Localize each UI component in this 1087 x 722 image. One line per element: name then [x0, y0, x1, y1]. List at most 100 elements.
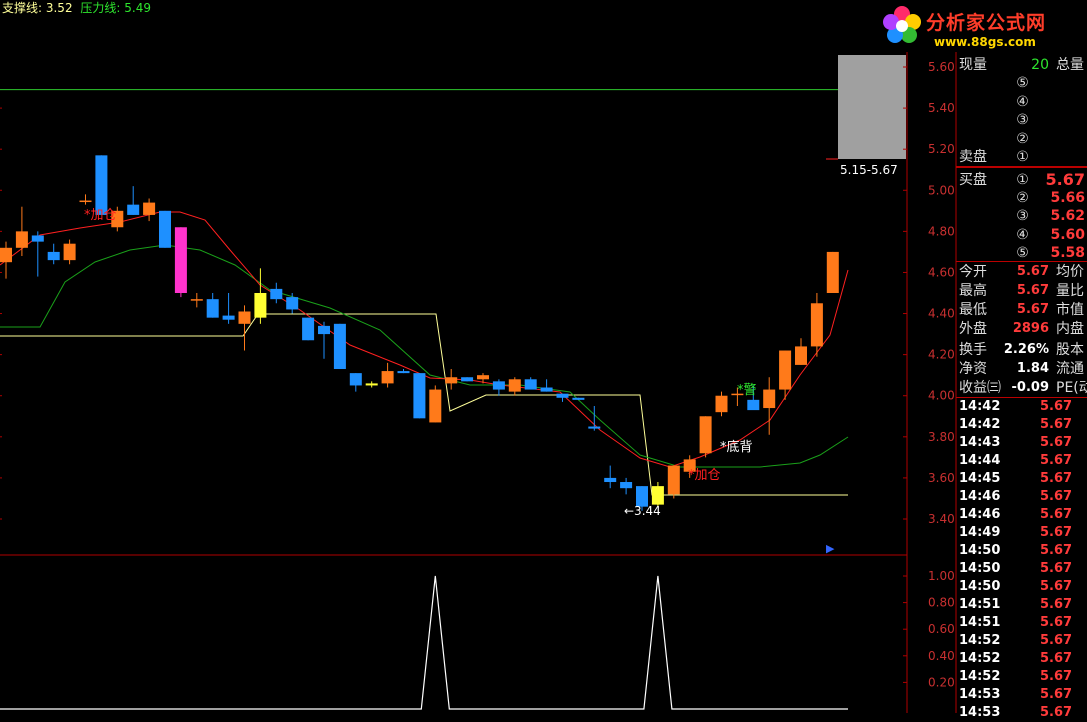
- indicator-header: 支撑线: 3.52 压力线: 5.49: [2, 0, 155, 16]
- candle: [333, 323, 346, 370]
- candle-body: [620, 482, 633, 489]
- tick-time: 14:45: [959, 471, 1001, 486]
- candle: [397, 369, 410, 374]
- tick-price: 5.67: [1040, 597, 1073, 612]
- candle-body: [318, 325, 330, 335]
- stat-label: 最高: [959, 283, 987, 299]
- tick-price: 5.67: [1040, 453, 1073, 468]
- stat-value: 5.67: [1016, 302, 1049, 317]
- buy-level-index: ①: [1016, 172, 1029, 188]
- candle-body: [763, 389, 776, 409]
- stat-row: 今开 5.67 均价: [956, 263, 1087, 281]
- buy-level-price: 5.66: [1050, 190, 1085, 207]
- stat-label-secondary: 股本: [1056, 342, 1084, 358]
- price-chart[interactable]: ▶ 5.60 5.40 5.20 5.00 4.80 4.60 4.40 4.20 4.00 3.…: [0, 0, 1087, 713]
- stat-row: 换手 2.26% 股本: [956, 341, 1087, 359]
- tick-price: 5.67: [1040, 615, 1073, 630]
- stat-label-secondary: PE(动: [1056, 380, 1087, 396]
- price-tick-label: 3.80: [928, 430, 955, 444]
- logo-flower-icon: [883, 6, 921, 43]
- sell-level-row: ⑤: [956, 74, 1087, 92]
- tick-row: 14:43 5.67: [956, 434, 1087, 452]
- sell-level-row: ③: [956, 111, 1087, 129]
- current-volume-label: 现量: [959, 57, 987, 73]
- buy-level-price: 5.60: [1050, 226, 1085, 243]
- candle-body: [397, 371, 410, 374]
- tick-row: 14:51 5.67: [956, 596, 1087, 614]
- candle-body: [349, 373, 362, 386]
- buy-level-price: 5.58: [1050, 244, 1085, 261]
- price-tick-label: 4.80: [928, 224, 955, 238]
- sell-header-row: 卖盘: [956, 148, 1087, 166]
- stat-label: 净资: [959, 361, 987, 377]
- candle-body: [333, 323, 346, 370]
- stat-value: 2.26%: [1003, 342, 1049, 357]
- sell-level-index: ③: [1016, 112, 1029, 128]
- candle: [540, 379, 553, 392]
- candle: [572, 397, 585, 400]
- candle: [286, 293, 299, 314]
- tick-row: 14:50 5.67: [956, 560, 1087, 578]
- candle: [302, 317, 315, 341]
- tick-price: 5.67: [1040, 651, 1073, 666]
- candle-body: [381, 371, 394, 384]
- current-volume-row: 现量 20 总量: [956, 56, 1087, 74]
- tick-time: 14:53: [959, 687, 1001, 702]
- candle: [63, 239, 76, 265]
- candle-body: [572, 397, 585, 400]
- candle: [270, 282, 283, 304]
- candle-body: [508, 379, 521, 392]
- candle-body: [540, 387, 553, 392]
- tick-time: 14:52: [959, 669, 1001, 684]
- candle-body: [79, 200, 92, 203]
- tick-price: 5.67: [1040, 633, 1073, 648]
- tick-price: 5.67: [1040, 399, 1073, 414]
- tick-time: 14:44: [959, 453, 1001, 468]
- logo-title: 分析家公式网: [926, 12, 1047, 34]
- sub-tick-label: 0.80: [928, 596, 955, 610]
- candle: [779, 350, 792, 400]
- tick-row: 14:44 5.67: [956, 452, 1087, 470]
- tick-price: 5.67: [1040, 471, 1073, 486]
- candle-body: [270, 288, 283, 300]
- stock-chart-window: ▶ 5.60 5.40 5.20 5.00 4.80 4.60 4.40 4.20 4.00 3.…: [0, 0, 1087, 720]
- tick-row: 14:42 5.67: [956, 416, 1087, 434]
- buy-level-index: ③: [1016, 208, 1029, 225]
- tick-time: 14:46: [959, 489, 1001, 504]
- ma-red-line: [0, 211, 849, 468]
- candle: [190, 293, 203, 308]
- stat-label: 换手: [959, 342, 987, 358]
- price-tick-label: 5.60: [928, 60, 955, 74]
- candle-body: [302, 317, 315, 341]
- tick-row: 14:50 5.67: [956, 542, 1087, 560]
- tick-price: 5.67: [1040, 435, 1073, 450]
- candle: [222, 293, 235, 324]
- stat-label-secondary: 市值: [1056, 302, 1084, 318]
- candle-body: [588, 426, 601, 429]
- stats-divider: [956, 261, 1087, 262]
- stat-value: 2896: [1012, 321, 1049, 336]
- bottom-divergence-signal: *底背: [720, 440, 753, 455]
- tick-price: 5.67: [1040, 669, 1073, 684]
- tick-time: 14:51: [959, 597, 1001, 612]
- candle-body: [286, 297, 299, 310]
- buy-level-index: ⑤: [1016, 244, 1029, 261]
- candle: [651, 482, 664, 507]
- buy-level-row: ① 5.67: [956, 171, 1087, 189]
- candle-body: [429, 389, 442, 423]
- tick-price: 5.67: [1040, 705, 1073, 720]
- candle-body: [524, 379, 537, 390]
- buy-level-index: ④: [1016, 226, 1029, 243]
- candle-body: [190, 299, 203, 301]
- price-tick-label: 3.60: [928, 471, 955, 485]
- sell-level-row: ④: [956, 93, 1087, 111]
- candle-body: [699, 416, 712, 454]
- tick-time: 14:52: [959, 651, 1001, 666]
- buy-level-index: ②: [1016, 190, 1029, 207]
- tick-price: 5.67: [1040, 507, 1073, 522]
- candle: [445, 369, 458, 390]
- candle: [413, 373, 426, 419]
- candle: [524, 377, 537, 390]
- tick-row: 14:53 5.67: [956, 686, 1087, 704]
- candle-body: [795, 346, 807, 365]
